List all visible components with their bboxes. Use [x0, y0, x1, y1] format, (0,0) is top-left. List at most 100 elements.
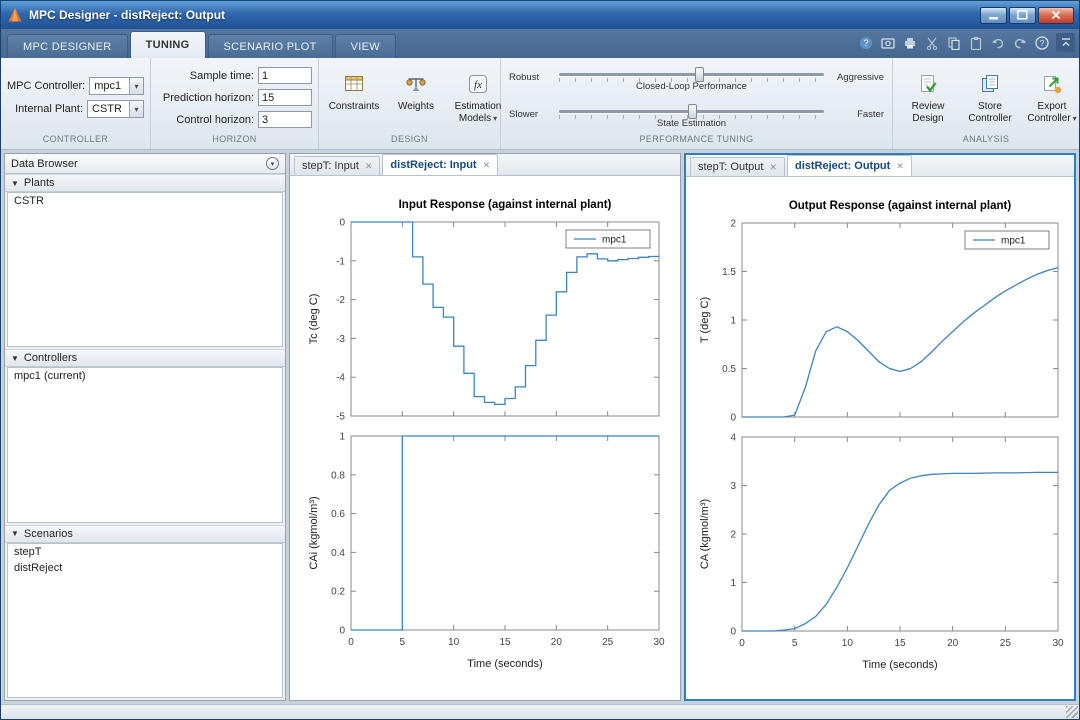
svg-text:-4: -4	[336, 373, 345, 384]
svg-text:T (deg C): T (deg C)	[699, 297, 711, 343]
svg-text:0: 0	[348, 637, 354, 648]
tab-view[interactable]: VIEW	[334, 34, 396, 58]
closed-loop-performance-slider-row: Robust Closed-Loop Performance Aggressiv…	[509, 65, 884, 93]
data-browser-header: Data Browser ▾	[5, 154, 285, 174]
svg-text:mpc1: mpc1	[1001, 236, 1026, 247]
chevron-down-icon: ▾	[129, 101, 143, 117]
svg-text:?: ?	[863, 38, 868, 48]
weights-icon	[405, 73, 427, 98]
plants-section-header[interactable]: ▼ Plants	[5, 174, 285, 192]
minimize-ribbon-icon[interactable]	[1056, 33, 1075, 52]
controllers-section-header[interactable]: ▼ Controllers	[5, 349, 285, 368]
svg-text:0: 0	[730, 413, 736, 424]
internal-plant-dropdown[interactable]: CSTR ▾	[87, 100, 144, 118]
tab-stept-output[interactable]: stepT: Output ✕	[690, 157, 785, 176]
svg-text:10: 10	[448, 637, 460, 648]
svg-text:25: 25	[602, 637, 614, 648]
input-response-bottom-chart: 0 5 10 15 20 25 30 0 0.2 0.4 0.6 0.8 1 Time (seconds)…	[299, 428, 671, 680]
review-design-icon	[917, 73, 939, 98]
state-estimation-slider-row: Slower State Estimation Faster	[509, 102, 884, 130]
control-horizon-input[interactable]	[258, 111, 312, 128]
performance-tuning-section-label: PERFORMANCE TUNING	[639, 134, 754, 144]
svg-text:1: 1	[730, 316, 736, 327]
store-controller-icon	[979, 73, 1001, 98]
output-document-panel: stepT: Output ✕ distReject: Output ✕ 0 0.…	[684, 153, 1076, 701]
help-circle-icon[interactable]: ?	[1032, 33, 1051, 52]
svg-text:0: 0	[739, 638, 745, 649]
close-icon[interactable]: ✕	[896, 161, 904, 172]
state-estimation-handle[interactable]	[687, 104, 697, 119]
minimize-button[interactable]	[980, 6, 1007, 24]
svg-text:mpc1: mpc1	[602, 235, 627, 246]
window-controls	[980, 6, 1074, 24]
svg-text:2: 2	[730, 530, 736, 541]
weights-button[interactable]: Weights	[387, 70, 445, 113]
tab-distreject-output[interactable]: distReject: Output ✕	[786, 155, 912, 176]
quick-access-toolbar: ? ?	[856, 33, 1051, 52]
help-icon[interactable]: ?	[856, 33, 875, 52]
svg-text:1.5: 1.5	[722, 267, 736, 278]
output-doc-content: 0 0.5 1 1.5 2 Output Response (against intern…	[686, 177, 1074, 699]
svg-text:Time (seconds): Time (seconds)	[467, 658, 542, 670]
redo-icon[interactable]	[1010, 33, 1029, 52]
close-icon[interactable]: ✕	[769, 162, 777, 173]
control-horizon-label: Control horizon:	[176, 113, 254, 126]
close-icon[interactable]: ✕	[365, 161, 373, 172]
store-controller-button[interactable]: Store Controller	[961, 70, 1019, 125]
aggressive-label: Aggressive	[837, 72, 884, 83]
svg-text:0: 0	[339, 626, 345, 637]
output-doc-tabbar: stepT: Output ✕ distReject: Output ✕	[686, 155, 1074, 177]
close-button[interactable]	[1038, 6, 1074, 24]
svg-text:-3: -3	[336, 334, 345, 345]
closed-loop-performance-handle[interactable]	[695, 67, 705, 82]
section-controller: MPC Controller: mpc1 ▾ Internal Plant: C…	[1, 58, 151, 149]
svg-text:15: 15	[499, 637, 511, 648]
list-item-cstr[interactable]: CSTR	[8, 193, 282, 209]
collapse-triangle-icon: ▼	[11, 353, 19, 363]
svg-text:2: 2	[730, 219, 736, 230]
list-item-stept[interactable]: stepT	[8, 544, 282, 560]
review-design-button[interactable]: Review Design	[899, 70, 957, 125]
robust-label: Robust	[509, 72, 540, 83]
mpc-controller-dropdown[interactable]: mpc1 ▾	[89, 77, 144, 95]
copy-icon[interactable]	[944, 33, 963, 52]
tab-distreject-input[interactable]: distReject: Input ✕	[382, 154, 499, 175]
constraints-button[interactable]: Constraints	[325, 70, 383, 113]
undo-icon[interactable]	[988, 33, 1007, 52]
svg-text:4: 4	[730, 433, 736, 444]
section-design: Constraints Weights fx Estimation Models…	[319, 58, 501, 149]
sample-time-input[interactable]	[258, 67, 312, 84]
collapse-triangle-icon: ▼	[11, 178, 19, 188]
resize-grip[interactable]	[1066, 706, 1078, 718]
collapse-triangle-icon: ▼	[11, 529, 19, 539]
estimation-models-button[interactable]: fx Estimation Models ▾	[449, 70, 507, 125]
list-item-distreject[interactable]: distReject	[8, 560, 282, 576]
prediction-horizon-input[interactable]	[258, 89, 312, 106]
data-browser-menu-icon[interactable]: ▾	[266, 157, 279, 170]
scenarios-list: stepT distReject	[7, 542, 283, 698]
input-document-panel: stepT: Input ✕ distReject: Input ✕ 0 -1 -2…	[289, 153, 681, 701]
tab-tuning[interactable]: TUNING	[129, 31, 206, 58]
scenarios-section-header[interactable]: ▼ Scenarios	[5, 524, 285, 543]
close-icon[interactable]: ✕	[483, 160, 491, 171]
list-item-mpc1[interactable]: mpc1 (current)	[8, 368, 282, 384]
paste-icon[interactable]	[966, 33, 985, 52]
svg-text:CA (kgmol/m³): CA (kgmol/m³)	[699, 499, 711, 569]
ribbon: MPC Controller: mpc1 ▾ Internal Plant: C…	[1, 58, 1079, 150]
closed-loop-performance-track[interactable]	[559, 73, 824, 76]
snapshot-icon[interactable]	[878, 33, 897, 52]
svg-text:CAi (kgmol/m³): CAi (kgmol/m³)	[308, 496, 320, 569]
tab-stept-input[interactable]: stepT: Input ✕	[294, 156, 381, 175]
tab-scenario-plot[interactable]: SCENARIO PLOT	[207, 34, 333, 58]
horizon-section-label: HORIZON	[212, 134, 257, 144]
cut-icon[interactable]	[922, 33, 941, 52]
main-area: Data Browser ▾ ▼ Plants CSTR ▼ Controlle…	[1, 150, 1079, 704]
tab-mpc-designer[interactable]: MPC DESIGNER	[7, 34, 128, 58]
maximize-button[interactable]	[1009, 6, 1036, 24]
export-controller-button[interactable]: Export Controller ▾	[1023, 70, 1080, 125]
print-icon[interactable]	[900, 33, 919, 52]
chevron-down-icon: ▾	[129, 78, 143, 94]
analysis-section-label: ANALYSIS	[962, 134, 1010, 144]
prediction-horizon-label: Prediction horizon:	[162, 91, 254, 104]
window-title: MPC Designer - distReject: Output	[29, 8, 226, 22]
